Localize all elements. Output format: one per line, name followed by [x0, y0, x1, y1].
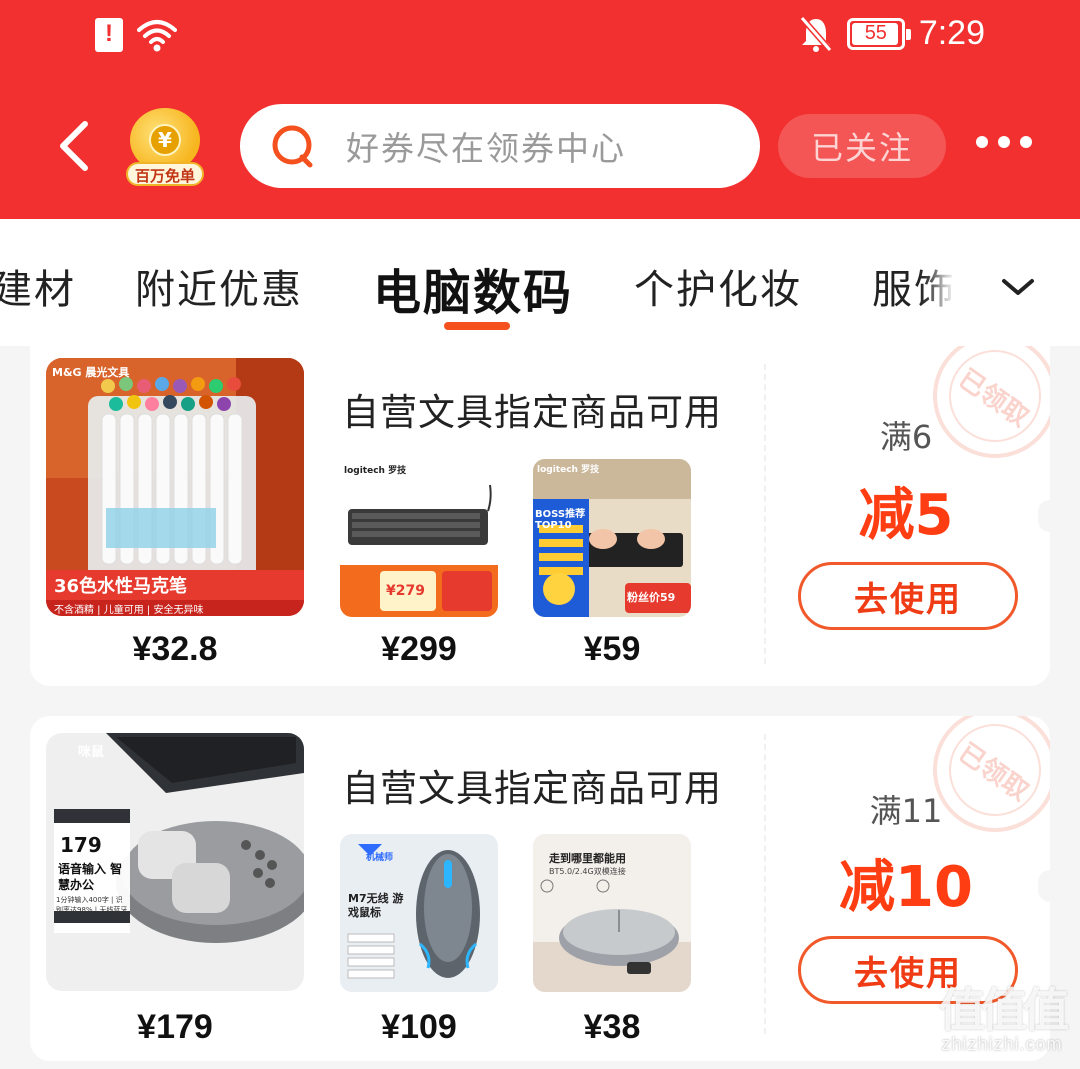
- product-brand: M&G 晨光文具: [52, 366, 130, 379]
- product-price: ¥299: [381, 630, 457, 668]
- free-order-badge[interactable]: ¥ 百万免单: [126, 108, 204, 186]
- product-image-wireless-mouse[interactable]: 走到哪里都能用 BT5.0/2.4G双模连接: [533, 834, 691, 992]
- product-image-gaming-mouse[interactable]: 机械师 M7无线 游戏鼠标: [340, 834, 498, 992]
- coupon-card: 咪鼠 179 语音输入 智慧办公 1分钟输入400字 | 识别率达98% | 无…: [30, 716, 1050, 1061]
- coupon-discount: 减5: [858, 483, 954, 548]
- product-image-keyboard-desk[interactable]: logitech 罗技 BOSS推荐 TOP10 粉丝价59: [533, 459, 691, 617]
- watermark-site: zhizhizhi.com: [941, 1034, 1063, 1054]
- coupon-title: 自营文具指定商品可用: [342, 391, 722, 434]
- tab-building-materials[interactable]: 建材: [0, 257, 76, 315]
- search-placeholder: 好券尽在领券中心: [346, 129, 626, 168]
- product-promo: 粉丝价59: [627, 591, 676, 604]
- coupon-divider: [764, 364, 766, 664]
- product-caption: 走到哪里都能用: [549, 852, 626, 865]
- product-image-keyboard[interactable]: logitech 罗技 ¥279: [340, 459, 498, 617]
- watermark-logo: 值值值: [939, 983, 1069, 1037]
- product-tags: BT5.0/2.4G双模连接: [549, 867, 626, 876]
- product-price: ¥32.8: [132, 630, 218, 668]
- battery-level: 55: [864, 22, 887, 44]
- coupon-threshold: 满11: [869, 792, 943, 830]
- product-caption: 36色水性马克笔: [54, 576, 188, 597]
- product-caption: 语音输入 智慧办公: [58, 862, 123, 892]
- nav-row: ¥ 百万免单 好券尽在领券中心 已关注: [0, 100, 1080, 190]
- product-price: ¥179: [137, 1008, 213, 1046]
- expand-tabs-button[interactable]: [952, 223, 1080, 343]
- product-promo: ¥279: [386, 583, 425, 599]
- product-tags: 不含酒精 | 儿童可用 | 安全无异味: [54, 605, 204, 616]
- coupon-title: 自营文具指定商品可用: [342, 767, 722, 810]
- product-image-marker-pens[interactable]: M&G 晨光文具 36色水性马克笔 不含酒精 | 儿童可用 | 安全无异味: [46, 358, 304, 616]
- coupon-notch: [1038, 500, 1062, 532]
- product-tags: 1分钟输入400字 | 识别率达98% | 无线蓝牙: [56, 896, 128, 914]
- badge-label: 百万免单: [126, 162, 204, 186]
- status-bar: 55 7:29: [0, 0, 1080, 78]
- product-image-voice-mouse[interactable]: 咪鼠 179 语音输入 智慧办公 1分钟输入400字 | 识别率达98% | 无…: [46, 733, 304, 991]
- product-price: ¥59: [583, 630, 641, 668]
- tab-clothing[interactable]: 服饰: [872, 257, 956, 315]
- coupon-divider: [764, 734, 766, 1034]
- chevron-down-icon: [1002, 279, 1034, 295]
- back-arrow-icon[interactable]: [55, 118, 95, 174]
- tab-personal-care[interactable]: 个护化妆: [634, 257, 802, 315]
- active-tab-indicator: [444, 322, 510, 330]
- product-promo: 179: [60, 833, 102, 857]
- mute-bell-icon: [799, 15, 833, 52]
- sim-alert-icon: [95, 18, 123, 52]
- coupon-notch: [1038, 870, 1062, 902]
- tab-nearby-deals[interactable]: 附近优惠: [135, 257, 303, 315]
- product-caption: BOSS推荐 TOP10: [535, 509, 586, 531]
- site-watermark: 值值值 zhizhizhi.com: [928, 986, 1076, 1066]
- wifi-icon: [137, 20, 177, 52]
- product-caption: M7无线 游戏鼠标: [348, 892, 404, 919]
- search-bar[interactable]: 好券尽在领券中心: [240, 104, 760, 188]
- top-header: 55 7:29 ¥ 百万免单 好券尽在领券中心 已关注: [0, 0, 1080, 219]
- coupon-threshold: 满6: [879, 418, 933, 456]
- product-price: ¥38: [583, 1008, 641, 1046]
- use-coupon-button[interactable]: 去使用: [798, 562, 1018, 630]
- coupon-card: M&G 晨光文具 36色水性马克笔 不含酒精 | 儿童可用 | 安全无异味 ¥3…: [30, 346, 1050, 686]
- tab-computers-digital[interactable]: 电脑数码: [373, 253, 573, 323]
- product-price: ¥109: [381, 1008, 457, 1046]
- product-brand: 机械师: [366, 853, 394, 863]
- status-time: 7:29: [918, 14, 985, 52]
- more-menu-icon[interactable]: [976, 136, 1032, 148]
- category-tabs: 建材 附近优惠 电脑数码 个护化妆 服饰: [0, 219, 1080, 346]
- product-brand: 咪鼠: [78, 745, 105, 760]
- product-brand: logitech 罗技: [344, 466, 407, 476]
- search-icon: [272, 125, 313, 168]
- battery-icon: 55: [846, 17, 911, 50]
- coupon-discount: 减10: [839, 855, 973, 920]
- follow-button[interactable]: 已关注: [778, 114, 946, 178]
- product-brand: logitech 罗技: [537, 465, 600, 475]
